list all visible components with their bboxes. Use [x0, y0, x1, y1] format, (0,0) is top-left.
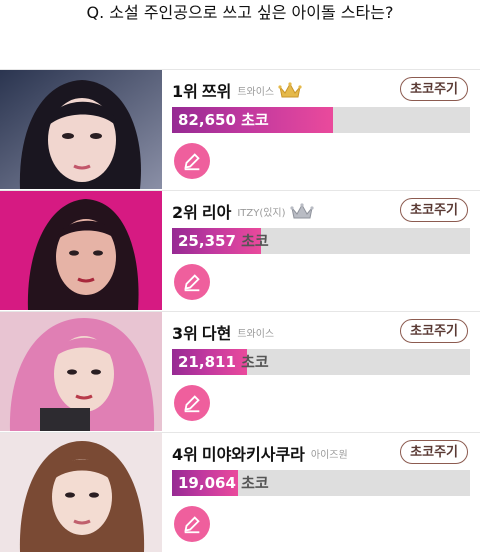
gift-choco-button[interactable]: 초코주기: [400, 319, 468, 343]
gift-choco-button[interactable]: 초코주기: [400, 77, 468, 101]
ranking-list: 1위 쯔위 트와이스 초코주기 82,650 초코 2위 리아 ITZY(있지)…: [0, 69, 480, 553]
write-button[interactable]: [174, 143, 210, 179]
gold-crown-icon: [278, 81, 302, 99]
rank-number: 4위: [172, 445, 198, 464]
write-button[interactable]: [174, 385, 210, 421]
vote-count-label: 19,064 초코: [178, 474, 269, 492]
rank-number: 2위: [172, 203, 198, 222]
vote-count-label: 21,811 초코: [178, 353, 269, 371]
idol-name: 리아: [201, 203, 232, 222]
group-name: 아이즈원: [310, 449, 348, 461]
idol-photo-4[interactable]: [0, 433, 162, 552]
write-button[interactable]: [174, 264, 210, 300]
vote-bar-track: 25,357 초코: [172, 228, 470, 254]
ranking-row-1: 1위 쯔위 트와이스 초코주기 82,650 초코: [0, 69, 480, 190]
idol-photo-2[interactable]: [0, 191, 162, 310]
pencil-icon: [184, 395, 200, 413]
idol-name: 미야와키사쿠라: [201, 445, 305, 464]
rank-number: 1위: [172, 82, 198, 101]
pencil-icon: [184, 516, 200, 534]
pencil-icon: [184, 274, 200, 292]
silver-crown-icon: [289, 202, 314, 220]
idol-name: 쯔위: [201, 82, 232, 101]
ranking-row-4: 4위 미야와키사쿠라 아이즈원 초코주기 19,064 초코: [0, 432, 480, 553]
gift-choco-button[interactable]: 초코주기: [400, 198, 468, 222]
write-button[interactable]: [174, 506, 210, 542]
idol-photo-3[interactable]: [0, 312, 162, 431]
question-title: Q. 소설 주인공으로 쓰고 싶은 아이돌 스타는?: [86, 3, 394, 22]
gift-choco-button[interactable]: 초코주기: [400, 440, 468, 464]
group-name: 트와이스: [237, 86, 275, 98]
idol-photo-1[interactable]: [0, 70, 162, 189]
pencil-icon: [184, 153, 200, 171]
ranking-row-3: 3위 다현 트와이스 초코주기 21,811 초코: [0, 311, 480, 432]
vote-bar-track: 19,064 초코: [172, 470, 470, 496]
idol-name: 다현: [201, 324, 232, 343]
vote-count-label: 25,357 초코: [178, 232, 269, 250]
ranking-row-2: 2위 리아 ITZY(있지) 초코주기 25,357 초코: [0, 190, 480, 311]
vote-count-label: 82,650 초코: [178, 111, 269, 129]
vote-bar-track: 82,650 초코: [172, 107, 470, 133]
group-name: 트와이스: [237, 328, 275, 340]
group-name: ITZY(있지): [237, 207, 286, 219]
rank-number: 3위: [172, 324, 198, 343]
vote-bar-track: 21,811 초코: [172, 349, 470, 375]
